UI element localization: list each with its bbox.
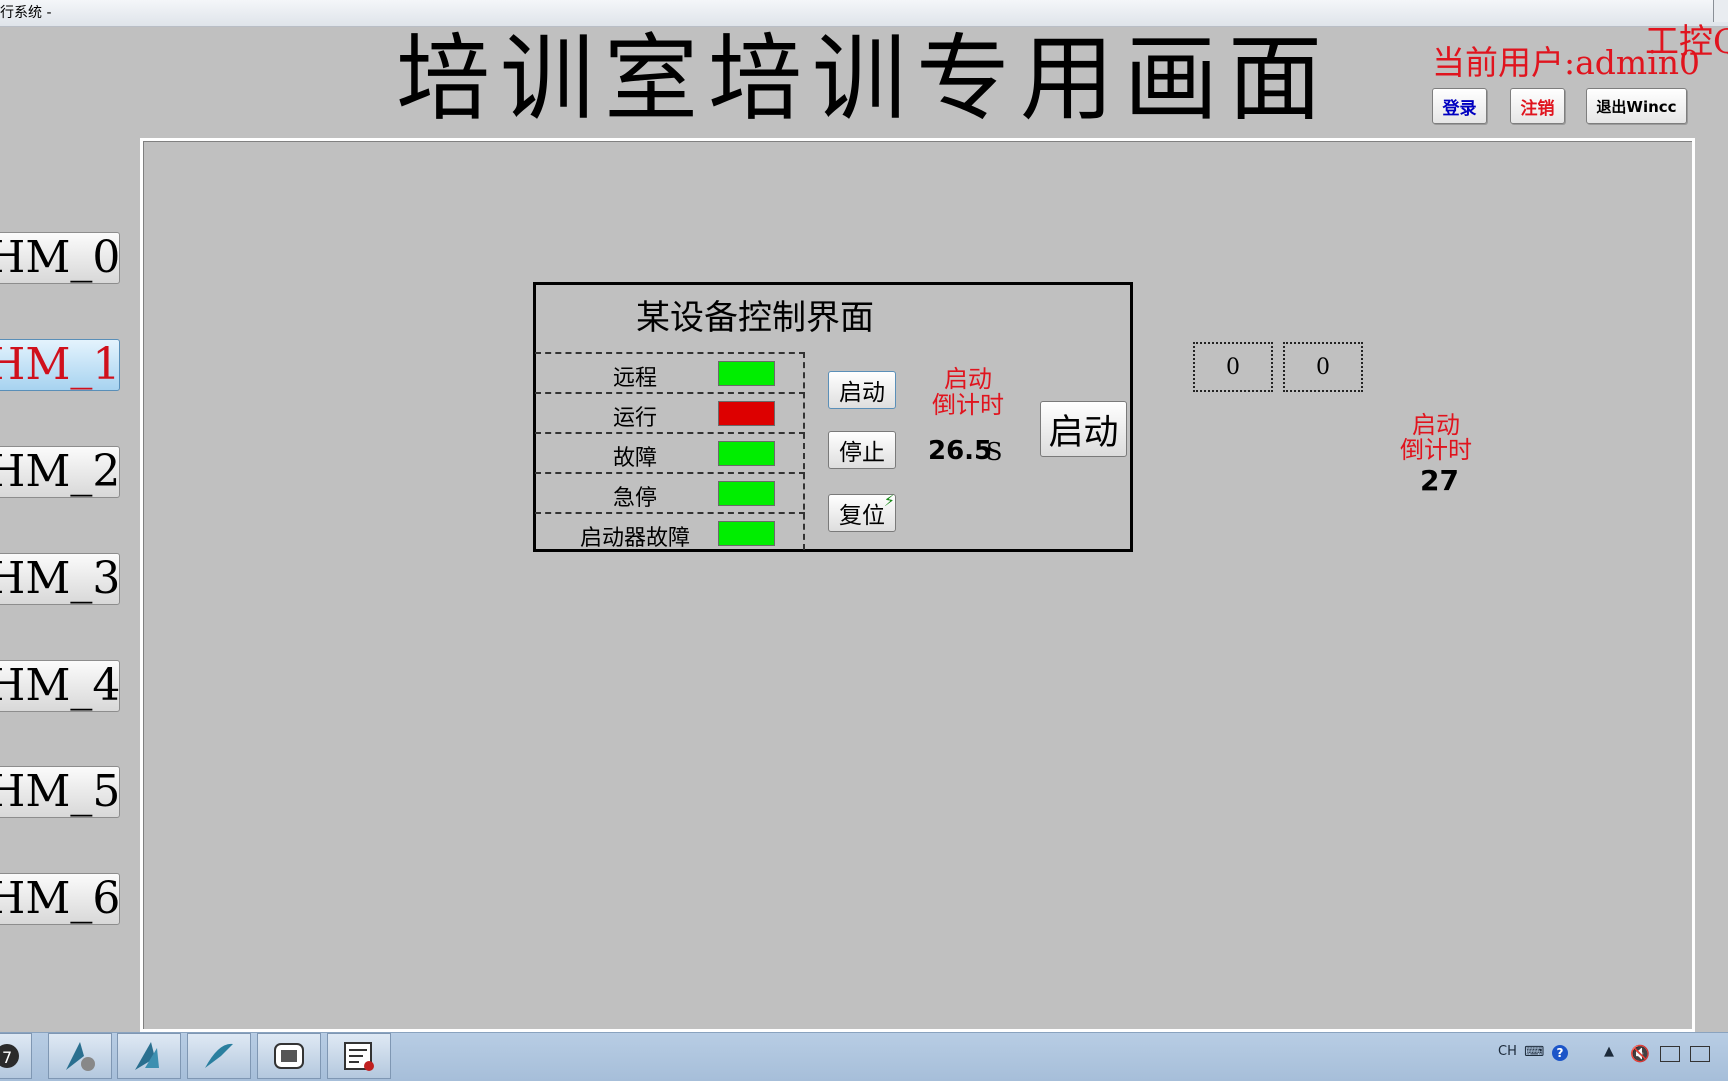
graphics-icon[interactable] <box>48 1033 112 1079</box>
control-box-title: 某设备控制界面 <box>636 298 874 338</box>
nav-button-hm1[interactable]: HM_1 <box>0 339 120 391</box>
exit-wincc-button[interactable]: 退出Wincc <box>1586 88 1687 124</box>
status-lamp <box>718 361 775 386</box>
alarm-icon[interactable] <box>117 1033 181 1079</box>
main-panel <box>140 138 1695 1032</box>
wincc-explorer-icon[interactable]: 7 <box>0 1033 32 1079</box>
watermark-label: 工控Q <box>1645 22 1728 62</box>
lightning-icon: ⚡ <box>883 491 895 510</box>
status-lamp <box>718 401 775 426</box>
page-title-text: 培训室培训专用画面 <box>395 25 1332 134</box>
countdown-label-1: 启动 <box>944 365 992 393</box>
status-label: 急停 <box>612 486 657 511</box>
start-button[interactable]: 启动 <box>828 371 896 409</box>
status-lamp <box>718 441 775 466</box>
help-icon[interactable]: ? <box>1552 1045 1568 1061</box>
nav-button-hm6[interactable]: HM_6 <box>0 873 120 925</box>
simulator-icon[interactable] <box>257 1033 321 1079</box>
show-hidden-icons-icon[interactable]: ▲ <box>1604 1044 1614 1059</box>
status-label: 运行 <box>612 406 657 431</box>
status-lamp <box>718 521 775 546</box>
big-start-button[interactable]: 启动 <box>1040 401 1127 457</box>
side-countdown-value: 27 <box>1420 464 1459 497</box>
io-field-1[interactable]: 0 <box>1193 342 1273 392</box>
side-countdown-label-2: 倒计时 <box>1400 436 1472 464</box>
nav-button-hm5[interactable]: HM_5 <box>0 766 120 818</box>
status-row-fault: 故障 <box>535 432 805 472</box>
nav-button-hm0[interactable]: HM_0 <box>0 232 120 284</box>
login-button[interactable]: 登录 <box>1432 88 1487 124</box>
nav-button-hm2[interactable]: HM_2 <box>0 446 120 498</box>
tag-logging-icon[interactable] <box>187 1033 251 1079</box>
network-icon[interactable] <box>1660 1046 1680 1062</box>
status-row-running: 运行 <box>535 392 805 432</box>
volume-muted-icon[interactable]: 🔇 <box>1630 1044 1650 1063</box>
svg-text:7: 7 <box>2 1048 12 1067</box>
reset-button-label: 复位 <box>839 503 885 529</box>
side-countdown-label-1: 启动 <box>1412 411 1460 439</box>
status-label: 启动器故障 <box>579 526 690 551</box>
nav-button-hm3[interactable]: HM_3 <box>0 553 120 605</box>
logout-button[interactable]: 注销 <box>1510 88 1565 124</box>
stop-button[interactable]: 停止 <box>828 431 896 469</box>
status-row-remote: 远程 <box>535 352 805 392</box>
action-center-icon[interactable] <box>1690 1046 1710 1062</box>
keyboard-icon[interactable]: ⌨ <box>1524 1044 1544 1060</box>
countdown-unit: S <box>986 438 1003 466</box>
status-label: 远程 <box>612 366 657 391</box>
status-row-emergency-stop: 急停 <box>535 472 805 512</box>
input-language-indicator[interactable]: CH <box>1498 1044 1517 1059</box>
status-row-starter-fault: 启动器故障 <box>535 512 805 552</box>
nav-button-hm4[interactable]: HM_4 <box>0 660 120 712</box>
status-lamp <box>718 481 775 506</box>
status-label: 故障 <box>612 446 657 471</box>
countdown-label-2: 倒计时 <box>932 391 1004 419</box>
io-field-2[interactable]: 0 <box>1283 342 1363 392</box>
reset-button[interactable]: 复位 ⚡ <box>828 491 896 532</box>
project-icon[interactable] <box>327 1033 391 1079</box>
countdown-value: 26.5 <box>928 436 993 466</box>
